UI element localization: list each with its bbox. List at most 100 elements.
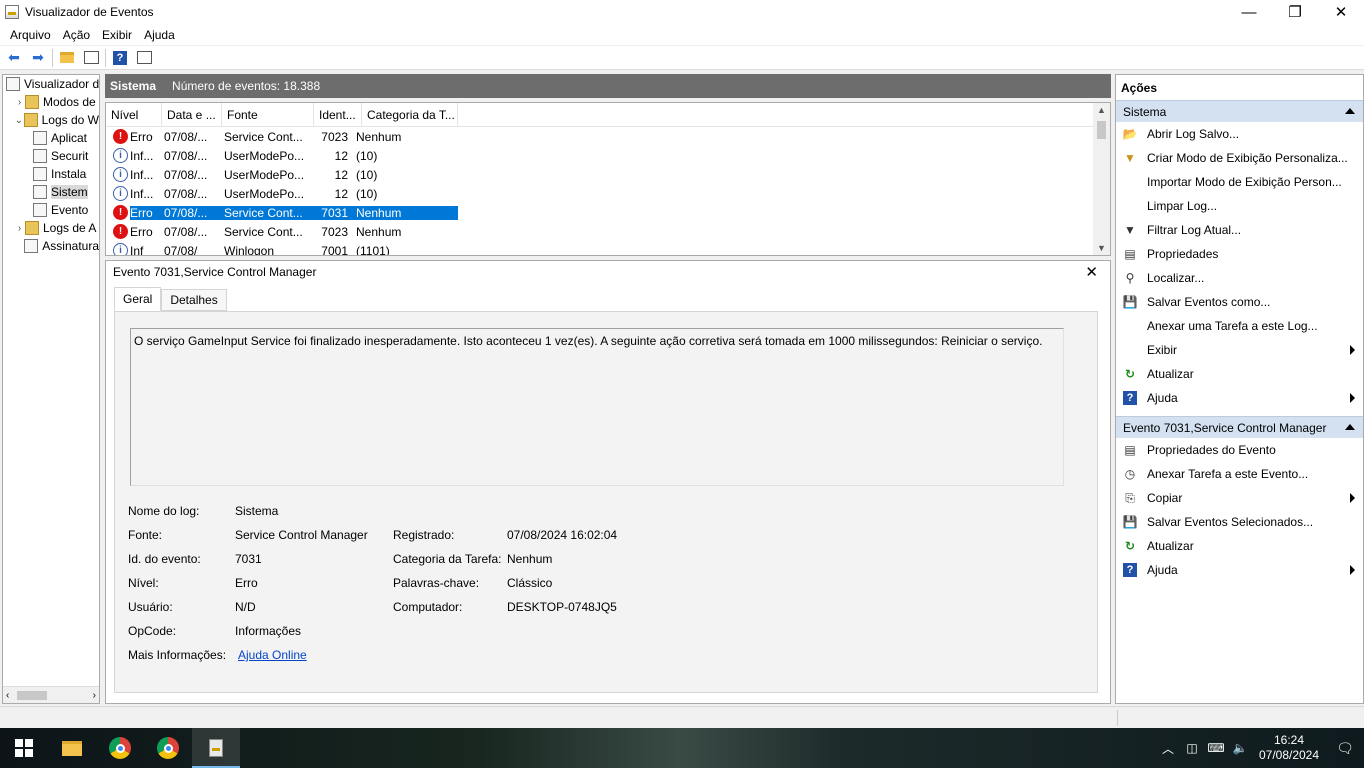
table-row[interactable]: i Inf... 07/08/... UserModePo... 12 (10) (106, 146, 1110, 165)
tree-item[interactable]: Securit (3, 147, 99, 165)
computer-label: Computador: (393, 600, 463, 614)
tree-item[interactable]: Instala (3, 165, 99, 183)
action-item[interactable]: ↻ Atualizar (1116, 534, 1363, 558)
table-row[interactable]: i Inf... 07/08/... UserModePo... 12 (10) (106, 165, 1110, 184)
tree-item[interactable]: Assinatura (3, 237, 99, 255)
action-item[interactable]: 💾 Salvar Eventos como... (1116, 290, 1363, 314)
menu-arquivo[interactable]: Arquivo (4, 28, 57, 42)
scroll-thumb[interactable] (1097, 121, 1106, 139)
menu-acao[interactable]: Ação (57, 28, 96, 42)
help-icon[interactable]: ? (110, 48, 130, 68)
actions-title: Ações (1121, 81, 1158, 95)
volume-icon[interactable]: 🔈 (1228, 741, 1252, 755)
action-item[interactable]: Exibir (1116, 338, 1363, 362)
chrome-button[interactable] (96, 728, 144, 768)
action-item[interactable]: ▤ Propriedades (1116, 242, 1363, 266)
table-row[interactable]: i Inf 07/08/Winlogon 7001 (1101) (106, 241, 1110, 256)
menu-exibir[interactable]: Exibir (96, 28, 138, 42)
action-item[interactable]: ▤ Propriedades do Evento (1116, 438, 1363, 462)
cell-date: 07/08/... (164, 167, 208, 182)
forward-arrow-icon[interactable]: ➡ (28, 48, 48, 68)
tab-detalhes[interactable]: Detalhes (161, 289, 227, 311)
tree-horizontal-scrollbar[interactable]: ‹ › (3, 686, 99, 703)
action-item[interactable]: 💾 Salvar Eventos Selecionados... (1116, 510, 1363, 534)
tree-item[interactable]: Visualizador d (3, 75, 99, 93)
action-item[interactable]: 📂 Abrir Log Salvo... (1116, 122, 1363, 146)
scroll-left-icon[interactable]: ‹ (6, 690, 9, 701)
actions-section-sistema[interactable]: Sistema (1116, 100, 1363, 122)
start-button[interactable] (0, 728, 48, 768)
folder-icon (62, 740, 82, 756)
action-item[interactable]: ▼ Filtrar Log Atual... (1116, 218, 1363, 242)
collapse-icon[interactable] (1345, 424, 1355, 430)
scroll-thumb[interactable] (17, 691, 47, 700)
tree-item-label: Sistem (51, 185, 88, 199)
event-description[interactable]: O serviço GameInput Service foi finaliza… (130, 328, 1064, 486)
minimize-button[interactable]: — (1226, 0, 1272, 24)
event-viewer-taskbar-button[interactable] (192, 728, 240, 768)
column-event-id[interactable]: Ident... (314, 103, 362, 127)
action-item[interactable]: Limpar Log... (1116, 194, 1363, 218)
scroll-down-icon[interactable]: ▼ (1093, 243, 1110, 253)
column-source[interactable]: Fonte (222, 103, 314, 127)
actions-section-event[interactable]: Evento 7031,Service Control Manager (1116, 416, 1363, 438)
table-row[interactable]: i Inf... 07/08/... UserModePo... 12 (10) (106, 184, 1110, 203)
network-icon[interactable]: ⌨ (1204, 741, 1228, 755)
action-item[interactable]: ↻ Atualizar (1116, 362, 1363, 386)
tab-geral[interactable]: Geral (114, 287, 162, 311)
show-hide-tree-icon[interactable] (81, 48, 101, 68)
toolbar: ⬅ ➡ ? (0, 46, 1364, 70)
table-row[interactable]: ! Erro 07/08/... Service Cont... 7023 Nenhum (106, 222, 1110, 241)
column-task-category[interactable]: Categoria da T... (362, 103, 458, 127)
chevron-up-icon[interactable]: ︿ (1156, 740, 1180, 757)
table-row[interactable]: ! Erro 07/08/... Service Cont... 7023 Nenhum (106, 127, 1110, 146)
scroll-right-icon[interactable]: › (93, 690, 96, 701)
expand-chevron-icon[interactable]: › (14, 97, 25, 108)
action-item[interactable]: ? Ajuda (1116, 558, 1363, 582)
back-arrow-icon[interactable]: ⬅ (4, 48, 24, 68)
copy-icon: ⎘ (1125, 490, 1135, 505)
notification-icon[interactable]: 🗨 (1326, 740, 1364, 757)
maximize-button[interactable]: ❐ (1272, 0, 1318, 24)
file-explorer-button[interactable] (48, 728, 96, 768)
action-item[interactable]: ⚲ Localizar... (1116, 266, 1363, 290)
action-item[interactable]: Anexar uma Tarefa a este Log... (1116, 314, 1363, 338)
meet-now-icon[interactable]: ◫ (1180, 741, 1204, 755)
help-icon: ? (1123, 563, 1137, 577)
scroll-up-icon[interactable]: ▲ (1093, 105, 1110, 115)
tree-item[interactable]: ⌄ Logs do W (3, 111, 99, 129)
expand-chevron-icon[interactable]: ⌄ (14, 115, 24, 126)
menu-ajuda[interactable]: Ajuda (138, 28, 181, 42)
properties-icon: ▤ (1124, 247, 1136, 261)
close-icon[interactable]: ✕ (1085, 263, 1098, 281)
chrome-icon (109, 737, 131, 759)
toolbar-separator (52, 48, 53, 67)
tree-item[interactable]: Evento (3, 201, 99, 219)
action-item[interactable]: Importar Modo de Exibição Person... (1116, 170, 1363, 194)
action-item[interactable]: ▼ Criar Modo de Exibição Personaliza... (1116, 146, 1363, 170)
tree-item[interactable]: › Logs de A (3, 219, 99, 237)
chrome-profile-button[interactable] (144, 728, 192, 768)
tree-item[interactable]: Sistem (3, 183, 99, 201)
collapse-icon[interactable] (1345, 108, 1355, 114)
task-category-label: Categoria da Tarefa: (393, 552, 502, 566)
action-item[interactable]: ⎘ Copiar (1116, 486, 1363, 510)
expand-chevron-icon[interactable]: › (14, 223, 25, 234)
event-list-scrollbar[interactable]: ▲ ▼ (1093, 103, 1110, 255)
action-item[interactable]: ◷ Anexar Tarefa a este Evento... (1116, 462, 1363, 486)
close-button[interactable]: ✕ (1318, 0, 1364, 24)
online-help-link[interactable]: Ajuda Online (238, 648, 307, 662)
column-level[interactable]: Nível (106, 103, 162, 127)
up-folder-icon[interactable] (57, 48, 77, 68)
column-date[interactable]: Data e ... (162, 103, 222, 127)
cell-task-category: Nenhum (356, 224, 402, 239)
binoculars-icon: ⚲ (1125, 271, 1135, 285)
clock[interactable]: 16:24 07/08/2024 (1252, 733, 1326, 763)
table-row[interactable]: ! Erro 07/08/... Service Cont... 7031 Nenhum (106, 203, 1110, 222)
show-hide-action-pane-icon[interactable] (134, 48, 154, 68)
action-item[interactable]: ? Ajuda (1116, 386, 1363, 410)
tree-item[interactable]: Aplicat (3, 129, 99, 147)
level-text: Inf (130, 243, 144, 256)
event-viewer-icon (5, 5, 19, 19)
tree-item[interactable]: › Modos de (3, 93, 99, 111)
